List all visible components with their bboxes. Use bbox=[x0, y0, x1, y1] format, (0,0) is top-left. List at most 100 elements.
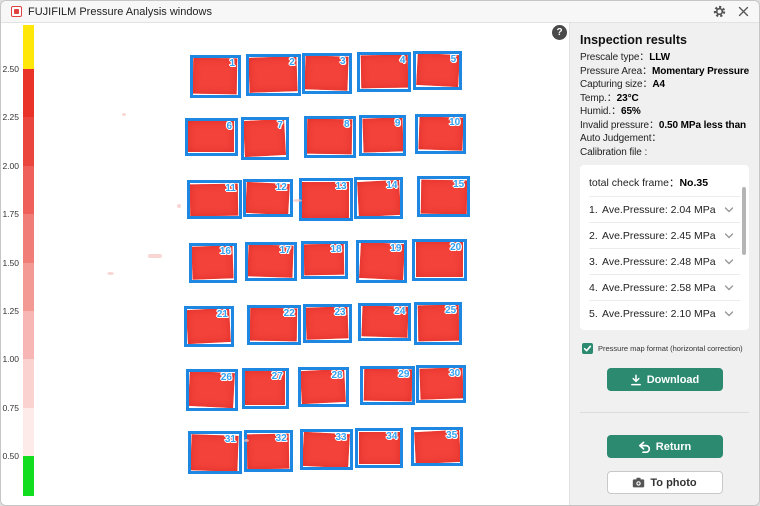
chevron-down-icon[interactable] bbox=[724, 310, 734, 318]
help-icon[interactable]: ? bbox=[552, 25, 567, 40]
pressure-frame-19[interactable]: 19 bbox=[356, 240, 407, 283]
pressure-frame-7[interactable]: 7 bbox=[241, 117, 289, 160]
detail-label: Temp.： bbox=[580, 93, 617, 104]
detail-value: LLW bbox=[649, 52, 670, 63]
pressure-frame-1[interactable]: 1 bbox=[190, 55, 241, 98]
pressure-frame-32[interactable]: 32 bbox=[244, 430, 293, 472]
to-photo-button[interactable]: To photo bbox=[607, 471, 723, 494]
detail-label: Pressure Area： bbox=[580, 66, 652, 77]
ink-speck bbox=[122, 113, 126, 116]
chevron-down-icon[interactable] bbox=[724, 232, 734, 240]
pressure-map-option-row: Pressure map format (horizontal correcti… bbox=[582, 343, 747, 354]
pressure-map-checkbox-label: Pressure map format (horizontal correcti… bbox=[598, 344, 743, 353]
panel-title: Inspection results bbox=[580, 33, 749, 47]
frame-number: 3 bbox=[340, 56, 346, 67]
pressure-frame-3[interactable]: 3 bbox=[302, 53, 352, 94]
pressure-frame-23[interactable]: 23 bbox=[303, 304, 352, 343]
camera-icon bbox=[632, 477, 645, 488]
frame-number: 17 bbox=[280, 245, 291, 256]
pressure-frame-13[interactable]: 13 bbox=[299, 178, 353, 221]
pressure-frame-11[interactable]: 11 bbox=[187, 180, 242, 219]
pressure-frame-27[interactable]: 27 bbox=[242, 368, 289, 409]
pressure-frame-5[interactable]: 5 bbox=[413, 51, 462, 90]
window-title: FUJIFILM Pressure Analysis windows bbox=[28, 6, 212, 18]
pressure-frame-28[interactable]: 28 bbox=[298, 367, 349, 407]
download-button[interactable]: Download bbox=[607, 368, 723, 391]
pressure-frame-29[interactable]: 29 bbox=[360, 366, 415, 405]
pressure-frame-15[interactable]: 15 bbox=[417, 176, 470, 217]
pressure-frame-34[interactable]: 34 bbox=[355, 428, 403, 468]
total-value: No.35 bbox=[679, 177, 708, 189]
frame-number: 6 bbox=[226, 121, 232, 132]
detail-label: Prescale type： bbox=[580, 52, 649, 63]
frame-number: 35 bbox=[446, 430, 457, 441]
ink-speck bbox=[244, 439, 249, 442]
pressure-frame-6[interactable]: 6 bbox=[185, 118, 238, 156]
close-icon[interactable] bbox=[738, 6, 749, 17]
chevron-down-icon[interactable] bbox=[724, 258, 734, 266]
pressure-frame-22[interactable]: 22 bbox=[247, 305, 301, 345]
chevron-down-icon[interactable] bbox=[724, 284, 734, 292]
result-text: Ave.Pressure: 2.58 MPa bbox=[602, 282, 724, 294]
pressure-frame-31[interactable]: 31 bbox=[188, 431, 242, 474]
frame-number: 28 bbox=[331, 370, 342, 381]
scale-tick-label: 1.75 bbox=[2, 209, 19, 219]
frame-number: 13 bbox=[335, 181, 346, 192]
result-row-4[interactable]: 4. Ave.Pressure: 2.58 MPa bbox=[589, 274, 740, 300]
pressure-frame-24[interactable]: 24 bbox=[358, 303, 411, 341]
app-window: FUJIFILM Pressure Analysis windows 2.502… bbox=[0, 0, 760, 506]
frame-number: 32 bbox=[276, 433, 287, 444]
detail-row-prescale-type: Prescale type：LLW bbox=[580, 51, 749, 65]
pressure-frame-10[interactable]: 10 bbox=[415, 114, 466, 154]
result-index: 3. bbox=[589, 256, 602, 268]
scale-segment-1 bbox=[23, 69, 34, 117]
result-text: Ave.Pressure: 2.48 MPa bbox=[602, 256, 724, 268]
pressure-frame-9[interactable]: 9 bbox=[359, 115, 406, 156]
pressure-frame-26[interactable]: 26 bbox=[186, 369, 238, 411]
pressure-frame-8[interactable]: 8 bbox=[304, 116, 356, 158]
detail-row-temp: Temp.：23°C bbox=[580, 92, 749, 106]
gear-icon[interactable] bbox=[713, 5, 726, 18]
pressure-frame-14[interactable]: 14 bbox=[354, 177, 403, 219]
results-card: total check frame：No.35 1. Ave.Pressure:… bbox=[580, 165, 749, 330]
result-text: Ave.Pressure: 2.04 MPa bbox=[602, 204, 724, 216]
frame-number: 23 bbox=[334, 307, 345, 318]
pressure-map-checkbox[interactable] bbox=[582, 343, 593, 354]
result-index: 4. bbox=[589, 282, 602, 294]
pressure-frame-35[interactable]: 35 bbox=[411, 427, 463, 466]
pressure-frame-16[interactable]: 16 bbox=[189, 243, 237, 283]
pressure-frame-18[interactable]: 18 bbox=[301, 241, 348, 279]
result-row-3[interactable]: 3. Ave.Pressure: 2.48 MPa bbox=[589, 248, 740, 274]
pressure-frame-25[interactable]: 25 bbox=[414, 302, 462, 345]
scale-segment-6 bbox=[23, 311, 34, 359]
pressure-scale-ticks: 2.502.252.001.751.501.251.000.750.50 bbox=[1, 25, 20, 505]
frame-number: 4 bbox=[400, 55, 406, 66]
return-button[interactable]: Return bbox=[607, 435, 723, 458]
scale-tick-label: 0.75 bbox=[2, 403, 19, 413]
chevron-down-icon[interactable] bbox=[724, 206, 734, 214]
scale-tick-label: 1.00 bbox=[2, 354, 19, 364]
ink-speck bbox=[293, 199, 302, 202]
frame-number: 20 bbox=[450, 242, 461, 253]
pressure-frame-21[interactable]: 21 bbox=[184, 306, 234, 347]
pressure-frame-12[interactable]: 12 bbox=[243, 179, 293, 217]
ink-speck bbox=[107, 272, 114, 275]
result-index: 5. bbox=[589, 308, 602, 320]
pressure-frame-2[interactable]: 2 bbox=[246, 54, 301, 96]
total-check-frame: total check frame：No.35 bbox=[589, 171, 740, 196]
results-scrollbar[interactable] bbox=[742, 187, 746, 255]
scale-tick-label: 0.50 bbox=[2, 451, 19, 461]
pressure-frame-17[interactable]: 17 bbox=[245, 242, 297, 281]
detail-label: Capturing size： bbox=[580, 79, 652, 90]
pressure-frame-20[interactable]: 20 bbox=[412, 239, 467, 281]
pressure-frame-4[interactable]: 4 bbox=[357, 52, 411, 92]
pressure-frame-30[interactable]: 30 bbox=[416, 365, 466, 403]
result-row-1[interactable]: 1. Ave.Pressure: 2.04 MPa bbox=[589, 196, 740, 222]
frame-number: 21 bbox=[217, 309, 228, 320]
pressure-canvas: 2.502.252.001.751.501.251.000.750.50 123… bbox=[1, 23, 569, 505]
result-row-2[interactable]: 2. Ave.Pressure: 2.45 MPa bbox=[589, 222, 740, 248]
frame-number: 22 bbox=[284, 308, 295, 319]
result-row-5[interactable]: 5. Ave.Pressure: 2.10 MPa bbox=[589, 300, 740, 326]
scale-segment-5 bbox=[23, 263, 34, 311]
pressure-frame-33[interactable]: 33 bbox=[300, 429, 353, 470]
